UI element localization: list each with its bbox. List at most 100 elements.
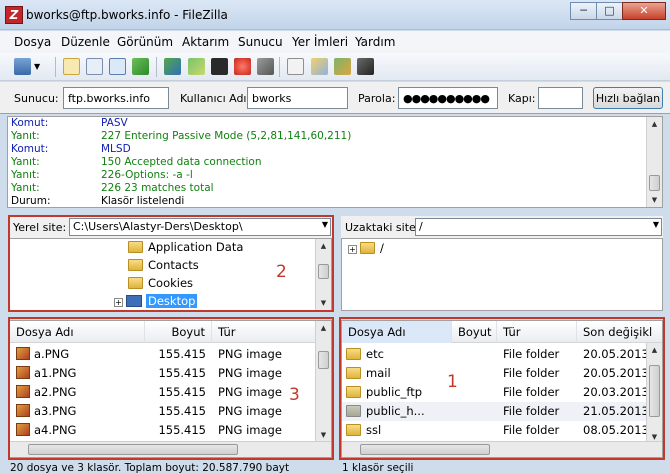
hscroll-thumb[interactable] [360,444,490,455]
menu-edit[interactable]: Düzenle [61,35,110,49]
remote-path-value: / [419,220,423,233]
scroll-thumb[interactable] [318,264,329,279]
scroll-thumb[interactable] [649,365,660,417]
toggle-remote-tree-icon[interactable] [109,58,126,75]
password-label: Parola: [358,92,396,105]
column-header-size[interactable]: Boyut [452,321,497,343]
tree-item-cookies[interactable]: Cookies [128,274,193,292]
column-header-size[interactable]: Boyut [145,321,212,343]
maximize-button[interactable]: □ [596,2,623,20]
message-log[interactable]: Komut: PASV Yanıt: 227 Entering Passive Mo… [7,116,663,208]
tree-item-desktop[interactable]: + Desktop [114,292,198,310]
annotation-number-3: 3 [289,385,300,405]
menu-transfer[interactable]: Aktarım [182,35,229,49]
username-input[interactable] [247,87,348,109]
column-header-type[interactable]: Tür [212,321,317,343]
local-path-combo[interactable]: C:\Users\Alastyr-Ders\Desktop\ ▼ [69,218,331,236]
password-input[interactable] [398,87,498,109]
expand-icon[interactable]: + [348,245,357,254]
remote-tree[interactable]: + / [341,238,663,311]
table-row[interactable]: public_ftp File folder 20.03.2013 1 [342,383,648,402]
table-row[interactable]: mail File folder 20.05.2013 1 [342,364,648,383]
refresh-icon[interactable] [164,58,181,75]
scroll-thumb[interactable] [318,351,329,369]
local-site-label: Yerel site: [13,221,67,234]
cancel-operation-icon[interactable] [211,58,228,75]
local-list-scrollbar[interactable]: ▲ ▼ [315,321,331,442]
filter-icon[interactable] [287,58,304,75]
tree-item-application-data[interactable]: Application Data [128,239,243,256]
chevron-down-icon[interactable]: ▼ [322,220,328,229]
table-row[interactable]: ssl File folder 08.05.2013 1 [342,421,648,440]
table-row[interactable]: a4.PNG 155.415 PNG image [10,421,317,440]
local-status-text: 20 dosya ve 3 klasör. Toplam boyut: 20.5… [10,462,290,474]
search-icon[interactable] [357,58,374,75]
folder-icon [346,367,361,379]
table-row[interactable]: public_h... File folder 21.05.2013 1 [342,402,648,421]
table-row[interactable]: a.PNG 155.415 PNG image [10,345,317,364]
table-row[interactable]: a1.PNG 155.415 PNG image [10,364,317,383]
table-row[interactable]: a2.PNG 155.415 PNG image [10,383,317,402]
folder-icon [128,277,143,289]
hscroll-thumb[interactable] [28,444,238,455]
local-file-list[interactable]: Dosya Adı Boyut Tür a.PNG 155.415 PNG im… [9,320,332,458]
table-row[interactable]: etc File folder 20.05.2013 1 [342,345,648,364]
port-input[interactable] [538,87,583,109]
toggle-log-icon[interactable] [63,58,80,75]
image-file-icon [16,423,30,436]
menu-bookmarks[interactable]: Yer İmleri [292,35,348,49]
scroll-thumb[interactable] [649,175,660,191]
scroll-down-icon[interactable]: ▼ [316,428,331,442]
toggle-queue-icon[interactable] [132,58,149,75]
close-button[interactable]: ✕ [622,2,666,20]
minimize-button[interactable]: ─ [570,2,597,20]
expand-icon[interactable]: + [114,298,123,307]
menu-help[interactable]: Yardım [355,35,395,49]
folder-icon [346,386,361,398]
local-tree-scrollbar[interactable]: ▲ ▼ [315,239,331,310]
reconnect-icon[interactable] [257,58,274,75]
log-scrollbar[interactable]: ▲ ▼ [646,117,662,207]
sync-browse-icon[interactable] [311,58,328,75]
table-row[interactable]: a3.PNG 155.415 PNG image [10,402,317,421]
process-queue-icon[interactable] [188,58,205,75]
quickconnect-button[interactable]: Hızlı bağlan [593,87,663,109]
tree-item-contacts[interactable]: Contacts [128,256,199,274]
toolbar: ▼ [0,53,670,81]
scroll-down-icon[interactable]: ▼ [316,296,331,310]
site-manager-icon[interactable] [14,58,31,75]
tree-item-root[interactable]: + / [348,239,384,257]
column-header-name[interactable]: Dosya Adı [10,321,145,343]
remote-site-bar: Uzaktaki site: / ▼ [341,216,663,238]
port-label: Kapı: [508,92,536,105]
disconnect-icon[interactable] [234,58,251,75]
menu-view[interactable]: Görünüm [117,35,173,49]
remote-file-list[interactable]: Dosya Adı Boyut Tür Son değişikl etc Fil… [341,320,663,458]
desktop-icon [126,295,142,307]
column-header-type[interactable]: Tür [497,321,577,343]
annotation-number-2: 2 [276,262,287,282]
remote-list-hscrollbar[interactable] [342,441,662,457]
folder-icon [346,348,361,360]
filezilla-logo-icon: Z [5,6,23,24]
column-header-name[interactable]: Dosya Adı [342,321,452,343]
folder-icon [128,259,143,271]
scroll-up-icon[interactable]: ▲ [647,343,662,357]
scroll-down-icon[interactable]: ▼ [647,193,662,207]
compare-dirs-icon[interactable] [334,58,351,75]
scroll-up-icon[interactable]: ▲ [316,239,331,253]
site-manager-dropdown-icon[interactable]: ▼ [34,58,44,75]
remote-path-combo[interactable]: / ▼ [415,218,662,236]
menu-server[interactable]: Sunucu [238,35,283,49]
local-list-hscrollbar[interactable] [10,441,331,457]
scroll-up-icon[interactable]: ▲ [316,321,331,335]
username-label: Kullanıcı Adı: [180,92,251,105]
remote-status-text: 1 klasör seçili [342,462,414,474]
column-header-modified[interactable]: Son değişikl [577,321,662,343]
menu-file[interactable]: Dosya [14,35,51,49]
folder-icon [360,242,375,254]
toggle-local-tree-icon[interactable] [86,58,103,75]
host-input[interactable] [63,87,169,109]
chevron-down-icon[interactable]: ▼ [653,220,659,229]
scroll-up-icon[interactable]: ▲ [647,117,662,131]
